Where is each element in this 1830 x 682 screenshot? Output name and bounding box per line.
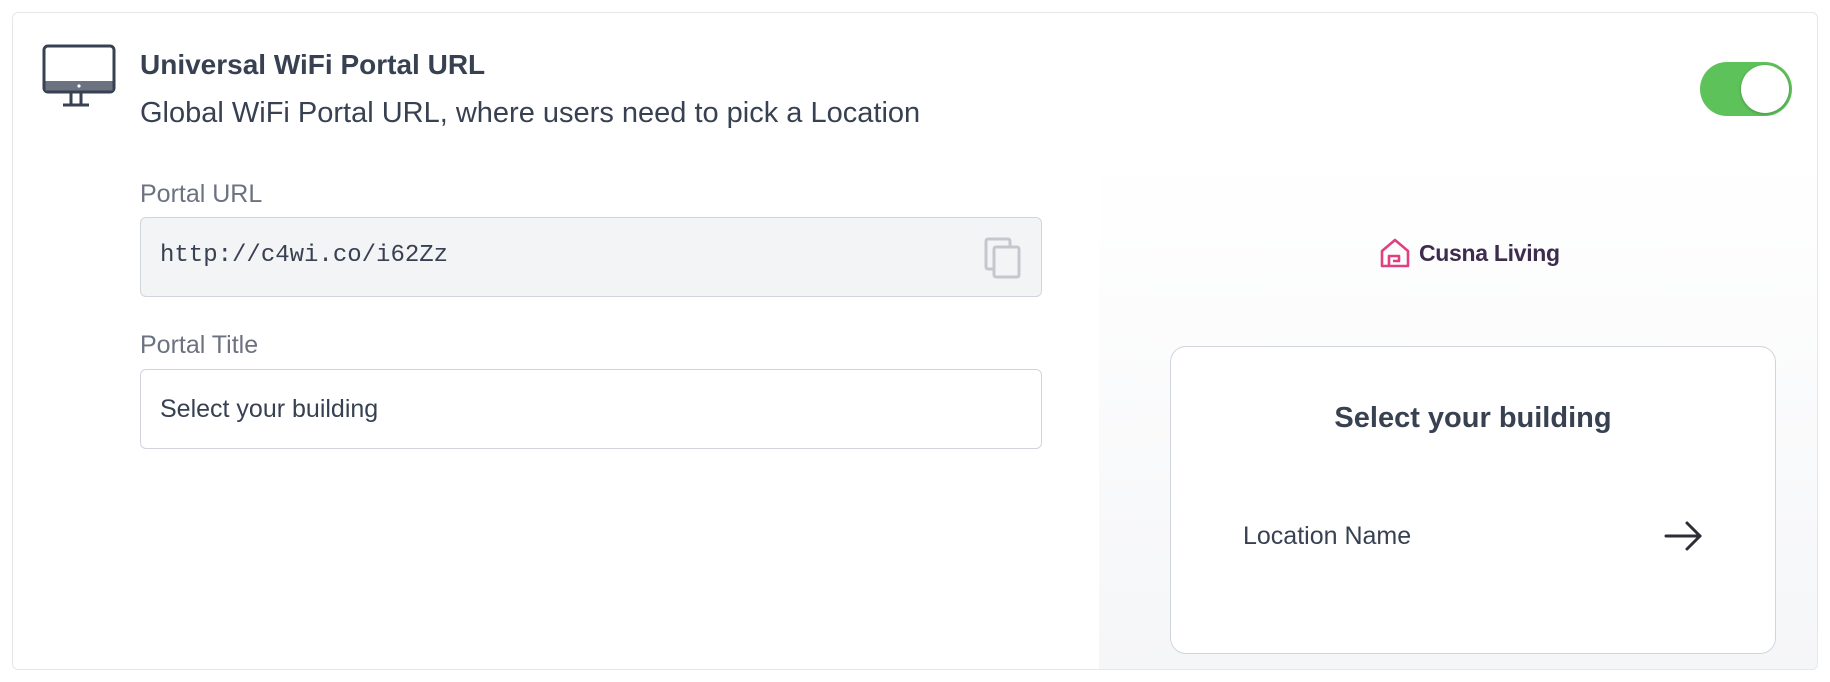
brand-logo: Cusna Living (1379, 237, 1560, 269)
house-logo-icon (1380, 238, 1410, 268)
portal-settings-card: Universal WiFi Portal URL Global WiFi Po… (12, 12, 1818, 670)
portal-title-label: Portal Title (140, 331, 259, 359)
portal-title-input[interactable] (140, 369, 1042, 449)
portal-preview-panel: Cusna Living Select your building Locati… (1099, 153, 1817, 669)
portal-url-value: http://c4wi.co/i62Zz (160, 242, 449, 269)
toggle-knob (1741, 65, 1789, 113)
preview-card: Select your building Location Name (1170, 346, 1776, 654)
location-name: Location Name (1243, 522, 1412, 550)
section-subtitle: Global WiFi Portal URL, where users need… (140, 97, 921, 129)
portal-url-field: http://c4wi.co/i62Zz (140, 217, 1042, 297)
portal-url-label: Portal URL (140, 180, 263, 208)
section-title: Universal WiFi Portal URL (140, 49, 486, 80)
arrow-right-icon (1664, 521, 1702, 551)
portal-enabled-toggle[interactable] (1700, 62, 1792, 116)
copy-icon[interactable] (983, 236, 1023, 280)
preview-title: Select your building (1334, 402, 1612, 434)
monitor-icon (42, 44, 116, 107)
location-item[interactable]: Location Name (1243, 510, 1705, 562)
brand-name: Cusna Living (1419, 239, 1560, 266)
